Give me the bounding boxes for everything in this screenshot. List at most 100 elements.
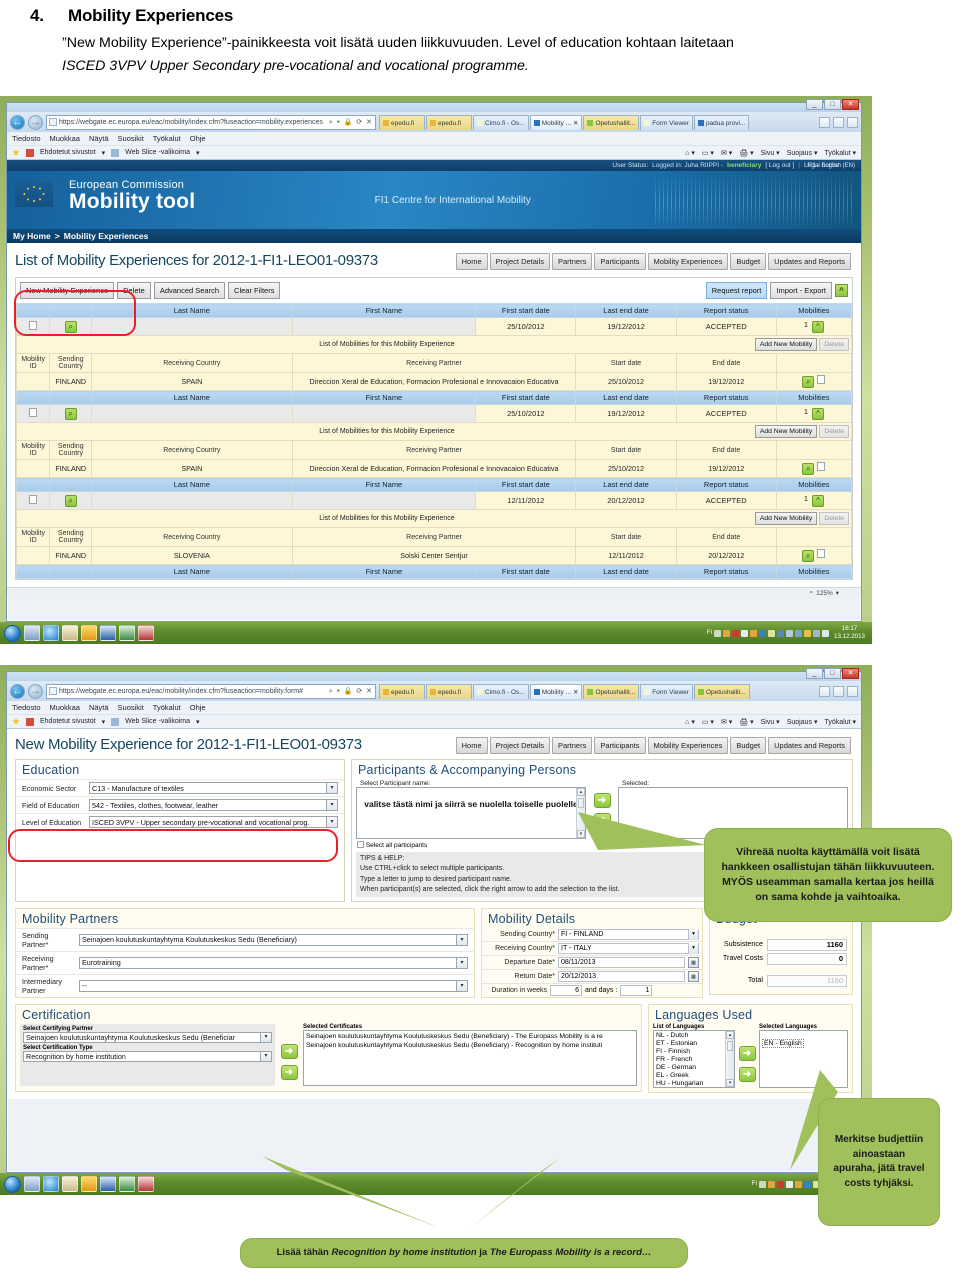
row-checkbox[interactable] xyxy=(15,404,51,424)
column-header-1[interactable] xyxy=(49,477,93,493)
menu-item-suosikit[interactable]: Suosikit xyxy=(118,703,144,712)
tray-icon-11[interactable] xyxy=(804,629,812,637)
add-new-mobility-button[interactable]: Add New Mobility xyxy=(754,425,818,439)
toolbar-icon[interactable]: ✉ ▾ xyxy=(721,149,732,157)
menu-item-ohje[interactable]: Ohje xyxy=(190,703,206,712)
view-mobility-icon[interactable]: ⌕ xyxy=(802,463,815,476)
delete-mobility-button[interactable]: Delete xyxy=(819,425,849,439)
toolbar-menu-työkalut[interactable]: Työkalut ▾ xyxy=(824,718,856,726)
nav-tab-home[interactable]: Home xyxy=(455,737,488,754)
minimize-icon[interactable]: _ xyxy=(806,99,823,110)
column-header-6[interactable]: Report status xyxy=(675,564,777,580)
column-header-3[interactable]: First Name xyxy=(291,390,477,406)
favorites-icon[interactable] xyxy=(833,685,844,697)
tray-language[interactable]: FI xyxy=(707,630,712,636)
menu-item-suosikit[interactable]: Suosikit xyxy=(118,134,144,143)
window-controls-2[interactable]: _ □ ✕ xyxy=(806,668,859,679)
toolbar-menu-sivu[interactable]: Sivu ▾ xyxy=(761,149,780,157)
address-bar-icons[interactable]: ⌕ ▾ 🔒 ⟳ ✕ xyxy=(329,118,373,127)
tools-icon[interactable] xyxy=(847,116,858,128)
sub-table-row[interactable]: FINLAND SLOVENIA Solski Center Sentjur 12/1… xyxy=(15,546,853,566)
participant-list[interactable]: valitse tästä nimi ja siirrä se nuolella… xyxy=(356,787,586,840)
view-row-icon[interactable]: ⌕ xyxy=(49,317,93,337)
home-icon[interactable] xyxy=(819,116,830,128)
menu-item-työkalut[interactable]: Työkalut xyxy=(153,134,181,143)
import-export-button[interactable]: Import - Export xyxy=(770,282,832,300)
toolbar-icon[interactable]: ▭ ▾ xyxy=(702,149,714,157)
menu-item-näytä[interactable]: Näytä xyxy=(89,703,109,712)
toolbar-icon[interactable]: 🖨 ▾ xyxy=(739,718,753,726)
add-participant-right-arrow-icon[interactable]: ➜ xyxy=(593,793,611,809)
taskbar-folder-icon[interactable] xyxy=(62,1176,78,1192)
tray-network-icon[interactable] xyxy=(813,629,821,637)
taskbar-clock[interactable]: 16:17 13.12.2013 xyxy=(831,625,865,641)
duration-weeks-input[interactable]: 6 xyxy=(550,984,582,996)
intermediary-partner-select[interactable]: -- ▾ xyxy=(79,979,468,992)
close-tab-icon[interactable]: ✕ xyxy=(573,119,578,127)
receiving-country-select[interactable]: IT - ITALY ▾ xyxy=(558,942,699,954)
language-item-1[interactable]: ET - Estonian xyxy=(656,1040,732,1048)
scroll-down-icon[interactable]: ▾ xyxy=(577,830,585,839)
travel-costs-input[interactable]: 0 xyxy=(767,952,847,965)
column-header-5[interactable]: Last end date xyxy=(575,477,677,493)
certificate-item[interactable]: Seinajoen koulutuskuntayhtyma Koulutuske… xyxy=(306,1041,634,1050)
sending-partner-select[interactable]: Seinajoen koulutuskuntayhtyma Koulutuske… xyxy=(79,933,468,946)
chevron-down-icon[interactable]: ▾ xyxy=(456,934,467,945)
zoom-icon[interactable]: ⌕ xyxy=(809,589,813,597)
column-header-0[interactable] xyxy=(15,564,51,580)
column-header-6[interactable]: Report status xyxy=(675,303,777,319)
language-item-6[interactable]: HU - Hungarian xyxy=(656,1080,732,1087)
menu-item-tiedosto[interactable]: Tiedosto xyxy=(12,134,41,143)
add-certificate-right-arrow-icon[interactable]: ➜ xyxy=(280,1043,298,1059)
tray-icon-5[interactable] xyxy=(750,629,758,637)
toolbar-icon[interactable]: ⌂ ▾ xyxy=(685,149,695,157)
delete-mobility-button[interactable]: Delete xyxy=(819,512,849,526)
toolbar-menu-sivu[interactable]: Sivu ▾ xyxy=(761,718,780,726)
tray-icon-2[interactable] xyxy=(768,1180,775,1188)
taskbar-explorer-icon[interactable] xyxy=(24,1176,40,1192)
minimize-icon[interactable]: _ xyxy=(806,668,823,679)
taskbar-outlook-icon[interactable] xyxy=(81,1176,97,1192)
back-icon[interactable]: ← xyxy=(10,114,25,130)
view-mobility-icon[interactable]: ⌕ xyxy=(802,550,815,563)
departure-date-input[interactable]: 08/11/2013 xyxy=(558,956,685,968)
nav-tab-updates-and-reports[interactable]: Updates and Reports xyxy=(768,737,851,754)
window-controls[interactable]: _ □ ✕ xyxy=(806,99,859,110)
column-header-6[interactable]: Report status xyxy=(675,477,777,493)
nav-tab-mobility-experiences[interactable]: Mobility Experiences xyxy=(647,737,729,754)
nav-tab-updates-and-reports[interactable]: Updates and Reports xyxy=(768,253,851,270)
column-header-4[interactable]: First start date xyxy=(475,390,577,406)
tray-language[interactable]: FI xyxy=(752,1181,757,1187)
selected-language-item[interactable]: EN - English xyxy=(762,1038,804,1048)
column-header-3[interactable]: First Name xyxy=(291,477,477,493)
language-item-2[interactable]: FI - Finnish xyxy=(656,1048,732,1056)
taskbar-word-icon[interactable] xyxy=(100,625,116,641)
web-slice-label[interactable]: Web Slice -valikoima xyxy=(125,149,190,156)
sub-row-actions[interactable]: ⌕ xyxy=(775,546,853,566)
delete-button[interactable]: Delete xyxy=(117,282,151,300)
browser-tab-5[interactable]: Form Viewer xyxy=(640,684,693,699)
column-header-7[interactable]: Mobilities xyxy=(775,303,853,319)
tray-icon-2[interactable] xyxy=(723,629,731,637)
chevron-down-icon[interactable]: ▾ xyxy=(260,1051,271,1061)
toolbar-icon[interactable]: ⌂ ▾ xyxy=(685,718,695,726)
nav-tab-participants[interactable]: Participants xyxy=(594,737,646,754)
column-header-7[interactable]: Mobilities xyxy=(775,390,853,406)
language-item-4[interactable]: DE - German xyxy=(656,1064,732,1072)
start-button-icon[interactable] xyxy=(4,624,21,642)
chevron-down-icon[interactable]: ▾ xyxy=(326,783,337,794)
address-bar-1[interactable]: https://webgate.ec.europa.eu/eac/mobilit… xyxy=(46,114,376,130)
tray-icon-9[interactable] xyxy=(786,629,794,637)
sub-row-actions[interactable]: ⌕ xyxy=(775,459,853,479)
taskbar-ie-icon[interactable] xyxy=(43,625,59,641)
menu-item-muokkaa[interactable]: Muokkaa xyxy=(50,703,80,712)
chevron-down-icon[interactable]: ▾ xyxy=(326,800,337,811)
menu-item-työkalut[interactable]: Työkalut xyxy=(153,703,181,712)
language-item-3[interactable]: FR - French xyxy=(656,1056,732,1064)
nav-tab-project-details[interactable]: Project Details xyxy=(489,737,550,754)
browser-menu-bar-2[interactable]: Tiedosto Muokkaa Näytä Suosikit Työkalut Ohje xyxy=(7,701,861,715)
scroll-up-icon[interactable]: ▴ xyxy=(577,788,585,797)
main-nav-tabs-1[interactable]: Home Project Details Partners Participants M… xyxy=(455,253,851,270)
duration-days-input[interactable]: 1 xyxy=(620,984,653,996)
column-header-1[interactable] xyxy=(49,303,93,319)
